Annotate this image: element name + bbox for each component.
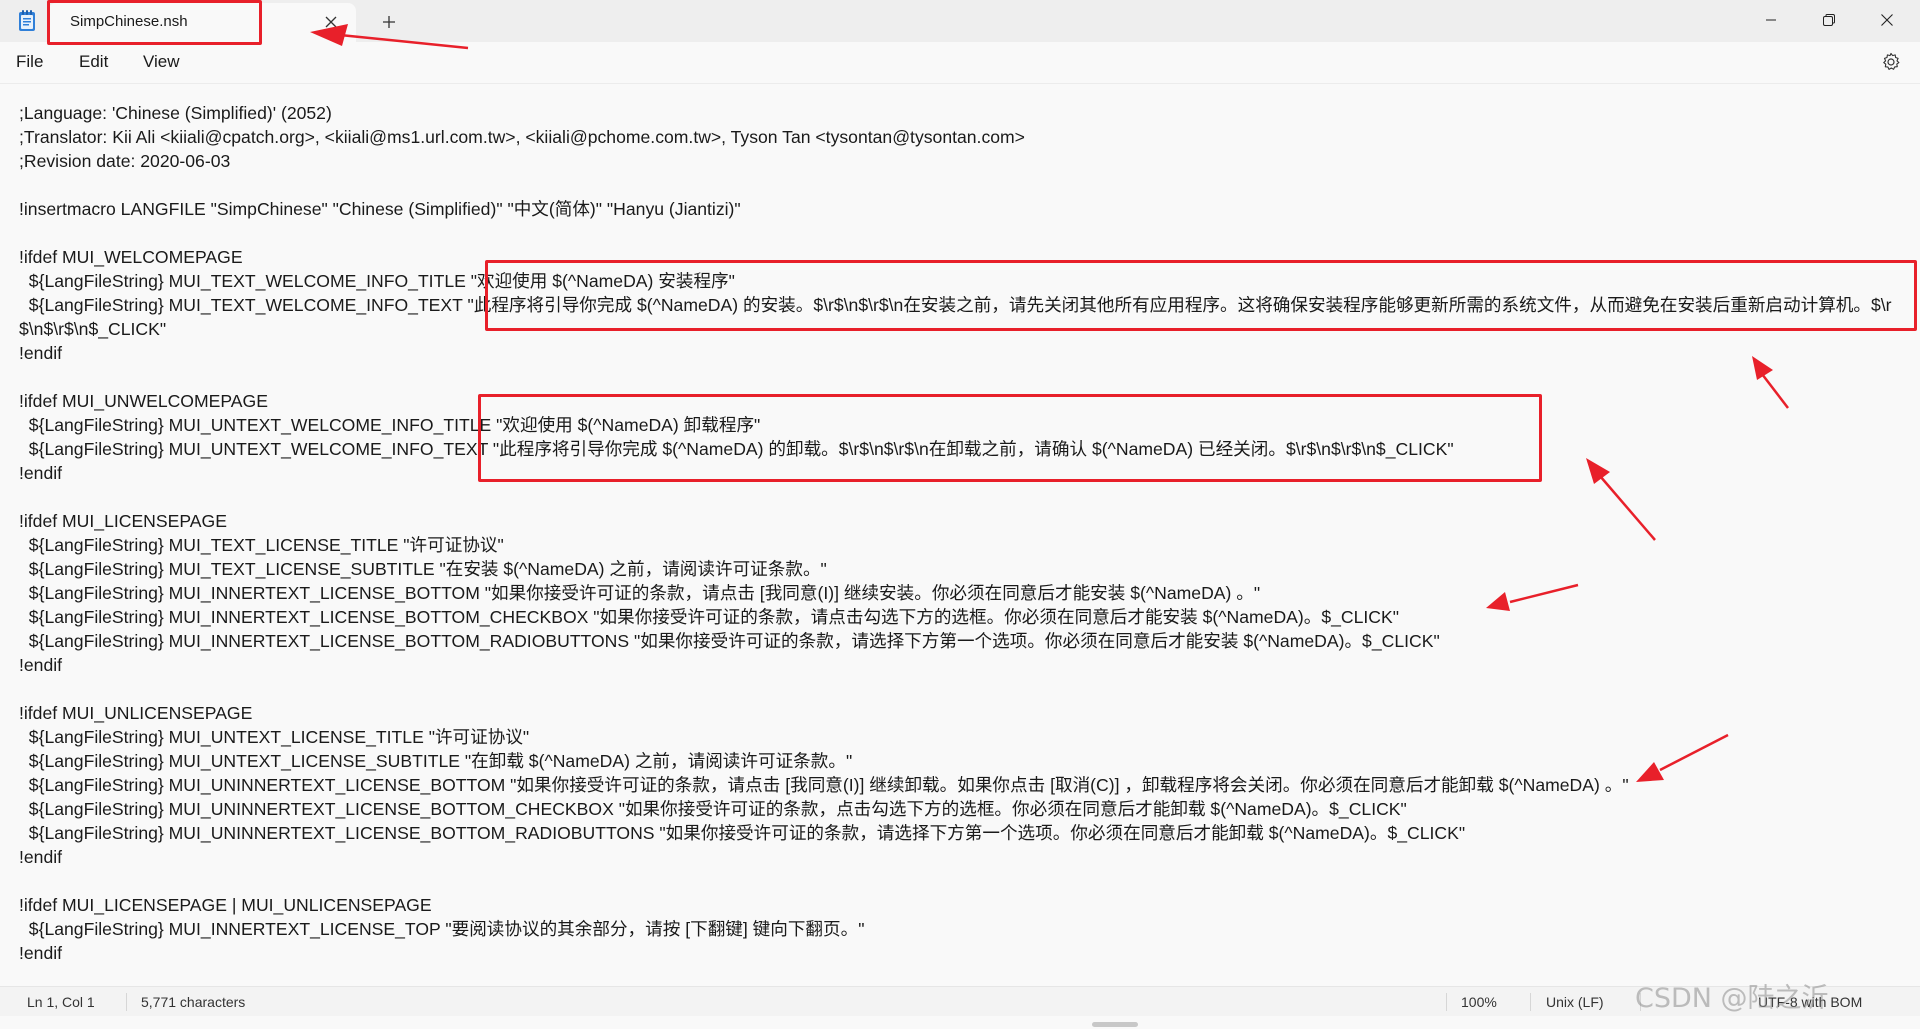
code-line: ${LangFileString} MUI_UNTEXT_WELCOME_INF… (19, 415, 761, 435)
code-line: !insertmacro LANGFILE "SimpChinese" "Chi… (19, 199, 741, 219)
code-line: ${LangFileString} MUI_UNTEXT_WELCOME_INF… (19, 439, 1454, 459)
code-line: ${LangFileString} MUI_INNERTEXT_LICENSE_… (19, 919, 865, 939)
code-line: !ifdef MUI_LICENSEPAGE (19, 511, 227, 531)
code-line: ;Translator: Kii Ali <kiiali@cpatch.org>… (19, 127, 1025, 147)
code-line: ${LangFileString} MUI_INNERTEXT_LICENSE_… (19, 583, 1261, 603)
notepad-icon (16, 9, 38, 33)
status-divider (1530, 993, 1531, 1011)
code-line: ${LangFileString} MUI_UNINNERTEXT_LICENS… (19, 823, 1466, 843)
settings-button[interactable] (1878, 49, 1904, 75)
status-bar: Ln 1, Col 1 5,771 characters 100% Unix (… (0, 986, 1920, 1016)
status-divider (126, 993, 127, 1011)
code-line: !endif (19, 847, 63, 867)
horizontal-scrollbar[interactable] (1092, 1022, 1138, 1027)
menu-view[interactable]: View (143, 52, 180, 72)
code-line: ${LangFileString} MUI_TEXT_WELCOME_INFO_… (19, 295, 1892, 339)
tab-simpchinese[interactable]: SimpChinese.nsh (48, 3, 356, 42)
close-icon (325, 16, 337, 28)
code-line: !endif (19, 943, 63, 963)
code-line: !endif (19, 463, 63, 483)
code-line: ${LangFileString} MUI_UNTEXT_LICENSE_SUB… (19, 751, 853, 771)
zoom-level[interactable]: 100% (1461, 994, 1497, 1010)
restore-icon (1823, 14, 1835, 26)
close-window-button[interactable] (1858, 0, 1916, 40)
status-divider (1446, 993, 1447, 1011)
menu-edit[interactable]: Edit (79, 52, 108, 72)
code-line: ;Revision date: 2020-06-03 (19, 151, 231, 171)
close-icon (1881, 14, 1893, 26)
plus-icon (383, 16, 395, 28)
code-line: ${LangFileString} MUI_INNERTEXT_LICENSE_… (19, 631, 1440, 651)
tab-label: SimpChinese.nsh (70, 13, 188, 30)
code-line: !endif (19, 655, 63, 675)
code-line: ${LangFileString} MUI_INNERTEXT_LICENSE_… (19, 607, 1399, 627)
cursor-position[interactable]: Ln 1, Col 1 (27, 994, 95, 1010)
menu-bar: File Edit View (0, 42, 1920, 84)
gear-icon (1883, 52, 1900, 70)
restore-button[interactable] (1800, 0, 1858, 40)
watermark: CSDN @陆之沂 (1635, 983, 1829, 1014)
text-editor[interactable]: ;Language: 'Chinese (Simplified)' (2052)… (0, 85, 1920, 977)
character-count: 5,771 characters (141, 994, 246, 1010)
code-line: !endif (19, 343, 63, 363)
title-bar: SimpChinese.nsh (0, 0, 1920, 42)
code-line: ${LangFileString} MUI_UNTEXT_LICENSE_TIT… (19, 727, 530, 747)
menu-file[interactable]: File (16, 52, 43, 72)
line-ending[interactable]: Unix (LF) (1546, 994, 1604, 1010)
close-tab-button[interactable] (320, 11, 342, 33)
code-line: ${LangFileString} MUI_UNINNERTEXT_LICENS… (19, 799, 1407, 819)
new-tab-button[interactable] (376, 9, 402, 35)
code-text: ;Language: 'Chinese (Simplified)' (2052)… (19, 101, 1899, 965)
code-line: ${LangFileString} MUI_TEXT_LICENSE_TITLE… (19, 535, 504, 555)
code-line: ${LangFileString} MUI_TEXT_LICENSE_SUBTI… (19, 559, 827, 579)
code-line: ${LangFileString} MUI_TEXT_WELCOME_INFO_… (19, 271, 735, 291)
minimize-icon (1766, 19, 1776, 21)
code-line: !ifdef MUI_UNWELCOMEPAGE (19, 391, 268, 411)
code-line: ;Language: 'Chinese (Simplified)' (2052) (19, 103, 332, 123)
code-line: ${LangFileString} MUI_UNINNERTEXT_LICENS… (19, 775, 1629, 795)
code-line: !ifdef MUI_LICENSEPAGE | MUI_UNLICENSEPA… (19, 895, 432, 915)
minimize-button[interactable] (1742, 0, 1800, 40)
code-line: !ifdef MUI_WELCOMEPAGE (19, 247, 243, 267)
code-line: !ifdef MUI_UNLICENSEPAGE (19, 703, 253, 723)
